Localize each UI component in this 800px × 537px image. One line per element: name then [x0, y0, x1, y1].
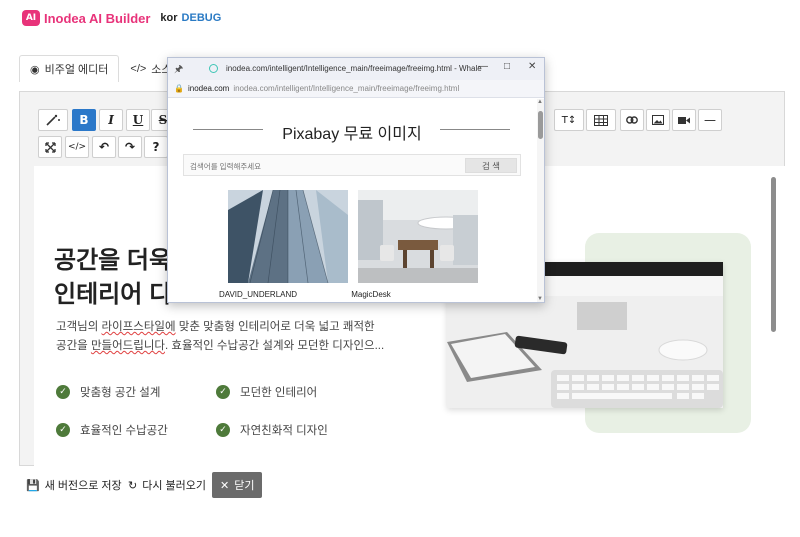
image-caption: MagicDesk: [351, 290, 391, 299]
feature-label: 효율적인 수납공간: [80, 425, 168, 437]
code-icon: </>: [130, 63, 147, 75]
check-icon: ✓: [216, 423, 230, 437]
italic-button[interactable]: I: [99, 109, 123, 131]
address-bar[interactable]: 🔒 inodea.com inodea.com/intelligent/Inte…: [168, 80, 544, 98]
pixabay-heading: Pixabay 무료 이미지: [282, 126, 422, 143]
refresh-icon: ↻: [128, 479, 138, 492]
window-titlebar[interactable]: 🖈 inodea.com/intelligent/Intelligence_ma…: [168, 58, 544, 80]
image-icon: [652, 115, 664, 125]
video-icon: [678, 116, 690, 124]
window-close-icon[interactable]: ✕: [528, 61, 536, 72]
hero-title-line: 인테리어 디: [54, 281, 172, 308]
search-bar: 검 색: [183, 154, 521, 176]
image-caption: DAVID_UNDERLAND: [218, 290, 298, 299]
feature-item: ✓ 효율적인 수납공간: [56, 422, 168, 438]
image-thumbnail[interactable]: [358, 190, 478, 283]
scroll-up-icon[interactable]: ▲: [537, 99, 543, 105]
tab-label: 비주얼 에디터: [44, 64, 109, 76]
link-icon: [626, 116, 638, 124]
table-button[interactable]: [586, 109, 616, 131]
reload-button[interactable]: ↻ 다시 불러오기: [122, 472, 212, 498]
pixabay-popup-window: 🖈 inodea.com/intelligent/Intelligence_ma…: [167, 57, 545, 303]
editor-scrollbar[interactable]: [770, 167, 777, 462]
video-button[interactable]: [672, 109, 696, 131]
feature-label: 자연친화적 디자인: [240, 425, 328, 437]
scroll-down-icon[interactable]: ▼: [537, 296, 543, 302]
fullscreen-button[interactable]: [38, 136, 62, 158]
maximize-icon[interactable]: □: [504, 61, 510, 72]
url-host: inodea.com: [187, 84, 230, 93]
close-icon: ✕: [220, 479, 230, 492]
check-icon: ✓: [56, 423, 70, 437]
hero-title: 공간을 더욱 인테리어 디: [54, 244, 171, 312]
horizontal-rule-button[interactable]: —: [698, 109, 722, 131]
popup-content: Pixabay 무료 이미지 검 색 DAVID_UNDERLAND: [168, 99, 536, 302]
desc-text: 라이프스타일에: [101, 321, 176, 333]
undo-button[interactable]: ↶: [92, 136, 116, 158]
url-path: inodea.com/intelligent/Intelligence_main…: [233, 84, 460, 93]
desc-text: 만들어드립니다: [90, 340, 165, 352]
magic-wand-icon: [46, 114, 60, 126]
logo-icon: AI: [22, 10, 40, 26]
reload-label: 다시 불러오기: [142, 480, 206, 492]
code-view-button[interactable]: </>: [65, 136, 89, 158]
save-new-version-button[interactable]: 💾 새 버전으로 저장: [20, 472, 128, 498]
building-image: [228, 190, 348, 283]
desc-text: 공간을: [56, 340, 91, 352]
save-label: 새 버전으로 저장: [44, 480, 122, 492]
image-button[interactable]: [646, 109, 670, 131]
help-button[interactable]: ?: [144, 136, 168, 158]
bold-button[interactable]: B: [72, 109, 96, 131]
feature-label: 맞춤형 공간 설계: [80, 387, 161, 399]
app-title: Inodea AI Builder: [44, 10, 151, 26]
feature-item: ✓ 맞춤형 공간 설계: [56, 384, 160, 400]
fullscreen-icon: [44, 141, 56, 153]
window-title: inodea.com/intelligent/Intelligence_main…: [226, 64, 482, 73]
underline-button[interactable]: U: [126, 109, 150, 131]
desc-text: 고객님의: [56, 321, 102, 333]
close-label: 닫기: [234, 480, 255, 492]
tab-visual-editor[interactable]: ◉ 비주얼 에디터: [19, 55, 120, 82]
table-icon: [594, 114, 608, 126]
link-button[interactable]: [620, 109, 644, 131]
magic-wand-button[interactable]: [38, 109, 68, 131]
app-header: AI Inodea AI Builder kor DEBUG: [0, 0, 800, 36]
feature-item: ✓ 모던한 인테리어: [216, 384, 317, 400]
save-icon: 💾: [26, 479, 40, 492]
hero-description: 고객님의 라이프스타일에 맞춘 맞춤형 인테리어로 더욱 넓고 쾌적한 공간을 …: [56, 318, 386, 356]
language-label[interactable]: kor: [160, 12, 177, 24]
popup-scrollbar[interactable]: ▲ ▼: [537, 99, 544, 302]
lock-icon: 🔒: [174, 84, 184, 93]
office-image: [358, 190, 478, 283]
loading-icon: [209, 64, 218, 73]
redo-button[interactable]: ↷: [118, 136, 142, 158]
search-button[interactable]: 검 색: [465, 158, 517, 173]
image-thumbnail[interactable]: [228, 190, 348, 283]
minimize-icon[interactable]: —: [478, 61, 488, 72]
desc-text: 맞춘 맞춤형 인테리어로 더욱 넓고 쾌적한: [175, 321, 375, 333]
feature-item: ✓ 자연친화적 디자인: [216, 422, 328, 438]
scrollbar-thumb[interactable]: [771, 177, 776, 332]
search-input[interactable]: [190, 159, 450, 173]
pin-icon[interactable]: 🖈: [174, 62, 183, 79]
check-icon: ✓: [216, 385, 230, 399]
scrollbar-thumb[interactable]: [538, 111, 543, 139]
desc-text: . 효율적인 수납공간 설계와 모던한 디자인으...: [165, 340, 385, 352]
check-icon: ✓: [56, 385, 70, 399]
close-button[interactable]: ✕ 닫기: [212, 472, 263, 498]
hero-title-line: 공간을 더욱: [54, 247, 172, 274]
debug-label: DEBUG: [181, 12, 222, 24]
font-size-button[interactable]: T↕: [554, 109, 584, 131]
feature-label: 모던한 인테리어: [240, 387, 318, 399]
eye-icon: ◉: [30, 63, 40, 76]
